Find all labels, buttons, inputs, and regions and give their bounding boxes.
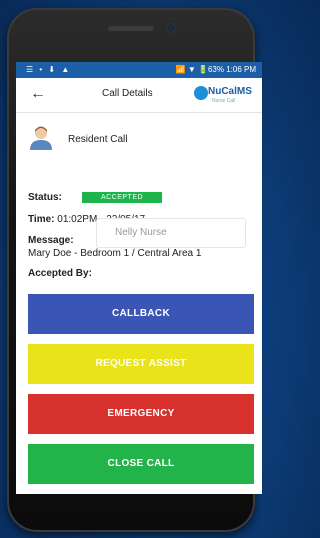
status-left-icons: ☰ • ⬇ ▲ — [26, 65, 72, 74]
resident-avatar-icon — [30, 126, 52, 150]
message-value: Mary Doe - Bedroom 1 / Central Area 1 — [28, 248, 202, 259]
call-type-label: Resident Call — [68, 134, 128, 145]
status-bar: ☰ • ⬇ ▲ 📶 ▼ 🔋63% 1:06 PM — [16, 62, 262, 78]
phone-frame: ☰ • ⬇ ▲ 📶 ▼ 🔋63% 1:06 PM ← Call Details … — [7, 8, 262, 532]
logo-text: NuCalMS — [208, 86, 252, 97]
app-screen: ☰ • ⬇ ▲ 📶 ▼ 🔋63% 1:06 PM ← Call Details … — [16, 62, 262, 494]
message-label: Message: — [28, 235, 74, 246]
app-bar: ← Call Details NuCalMS Nurse Call — [16, 78, 262, 113]
page-title: Call Details — [102, 88, 153, 99]
time-label: Time: — [28, 214, 55, 225]
logo-subtext: Nurse Call — [212, 98, 236, 104]
speaker-grille — [108, 26, 154, 31]
status-label: Status: — [28, 192, 62, 203]
front-camera — [167, 24, 175, 32]
status-right-text: 📶 ▼ 🔋63% 1:06 PM — [175, 65, 256, 74]
call-details-card: Resident Call Status: ACCEPTED Time: 01:… — [26, 118, 252, 280]
close-call-button[interactable]: CLOSE CALL — [28, 444, 254, 484]
nucalms-logo: NuCalMS Nurse Call — [194, 84, 254, 106]
accepted-by-value: Nelly Nurse — [115, 227, 167, 238]
emergency-button[interactable]: EMERGENCY — [28, 394, 254, 434]
logo-bubble-icon — [194, 86, 208, 100]
accepted-by-label: Accepted By: — [28, 268, 92, 279]
request-assist-button[interactable]: REQUEST ASSIST — [28, 344, 254, 384]
accepted-by-field: Nelly Nurse — [96, 218, 246, 248]
back-arrow-icon[interactable]: ← — [30, 85, 46, 103]
status-badge: ACCEPTED — [82, 192, 162, 203]
callback-button[interactable]: CALLBACK — [28, 294, 254, 334]
